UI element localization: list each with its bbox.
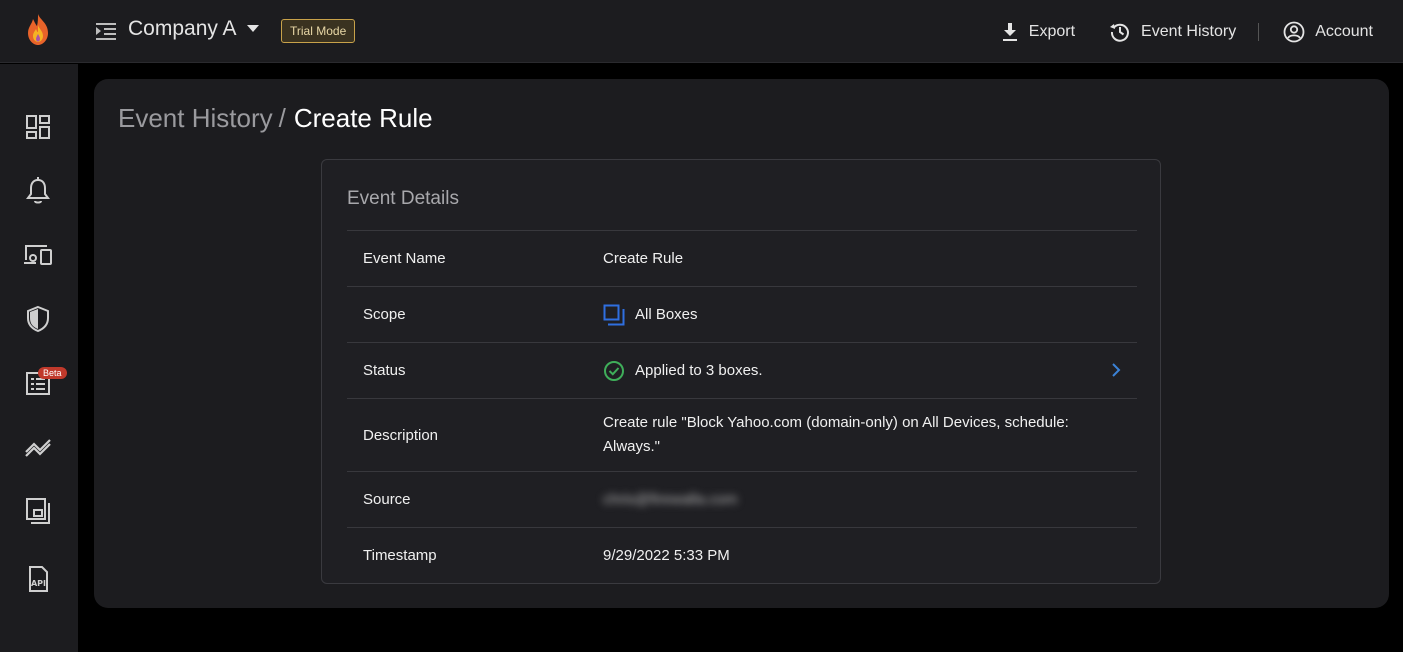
breadcrumb: Event History / Create Rule — [118, 103, 433, 134]
source-row: Source chris@firewalla.com — [347, 471, 1137, 527]
row-label: Timestamp — [363, 547, 437, 564]
sidebar: Beta API — [0, 64, 78, 652]
sidebar-item-boxes[interactable] — [22, 495, 54, 527]
row-label: Event Name — [363, 250, 446, 267]
main-panel: Event History / Create Rule Event Detail… — [94, 79, 1389, 608]
event-name-value: Create Rule — [603, 249, 684, 267]
scope-value: All Boxes — [635, 305, 698, 323]
devices-icon — [24, 245, 52, 265]
export-label: Export — [1028, 22, 1076, 40]
account-label: Account — [1315, 22, 1373, 40]
sidebar-item-devices[interactable] — [22, 239, 54, 271]
svg-text:API: API — [31, 579, 46, 588]
dashboard-icon — [26, 115, 50, 139]
chevron-down-icon — [246, 25, 259, 32]
trends-icon — [25, 439, 51, 457]
account-button[interactable]: Account — [1283, 21, 1373, 43]
company-selector[interactable]: Company A — [128, 17, 259, 41]
firewalla-logo-icon[interactable] — [22, 12, 54, 48]
trial-mode-badge[interactable]: Trial Mode — [281, 19, 356, 43]
timestamp-value: 9/29/2022 5:33 PM — [603, 546, 730, 564]
download-icon — [1002, 22, 1017, 41]
sidebar-item-trends[interactable] — [22, 431, 54, 463]
event-history-button[interactable]: Event History — [1109, 21, 1236, 43]
header-divider — [1258, 22, 1260, 41]
source-value: chris@firewalla.com — [603, 490, 738, 508]
history-icon — [1110, 23, 1129, 42]
scope-row: Scope All Boxes — [347, 286, 1137, 342]
account-icon — [1283, 21, 1305, 42]
chevron-right-icon[interactable] — [1111, 362, 1121, 378]
bell-icon — [26, 177, 50, 204]
boxes-scope-icon — [603, 304, 625, 325]
sidebar-item-security[interactable] — [22, 303, 54, 335]
sidebar-item-alarms[interactable] — [22, 175, 54, 207]
sidebar-item-api[interactable]: API — [22, 563, 54, 595]
export-button[interactable]: Export — [1001, 22, 1075, 42]
description-value: Create rule "Block Yahoo.com (domain-onl… — [603, 414, 1069, 455]
status-value: Applied to 3 boxes. — [635, 361, 763, 379]
row-label: Description — [363, 426, 439, 444]
row-label: Scope — [363, 306, 406, 323]
page-title: Create Rule — [293, 103, 433, 133]
event-name-row: Event Name Create Rule — [347, 230, 1137, 286]
top-bar: Company A Trial Mode Export Event Histor… — [0, 0, 1403, 63]
event-history-label: Event History — [1141, 22, 1237, 40]
beta-badge: Beta — [38, 367, 67, 379]
event-details-card: Event Details Event Name Create Rule Sco… — [321, 159, 1161, 584]
timestamp-row: Timestamp 9/29/2022 5:33 PM — [347, 527, 1137, 583]
description-row: Description Create rule "Block Yahoo.com… — [347, 398, 1137, 471]
row-label: Status — [363, 362, 406, 379]
shield-icon — [27, 305, 49, 333]
boxes-icon — [26, 498, 50, 524]
breadcrumb-event-history-link[interactable]: Event History — [118, 103, 273, 134]
card-title: Event Details — [347, 188, 459, 209]
row-label: Source — [363, 491, 411, 508]
sidebar-item-dashboard[interactable] — [22, 111, 54, 143]
status-row[interactable]: Status Applied to 3 boxes. — [347, 342, 1137, 398]
breadcrumb-separator: / — [278, 103, 286, 133]
api-icon: API — [29, 566, 48, 592]
menu-toggle-icon[interactable] — [94, 20, 118, 42]
company-name: Company A — [128, 17, 237, 40]
check-circle-icon — [604, 360, 624, 381]
